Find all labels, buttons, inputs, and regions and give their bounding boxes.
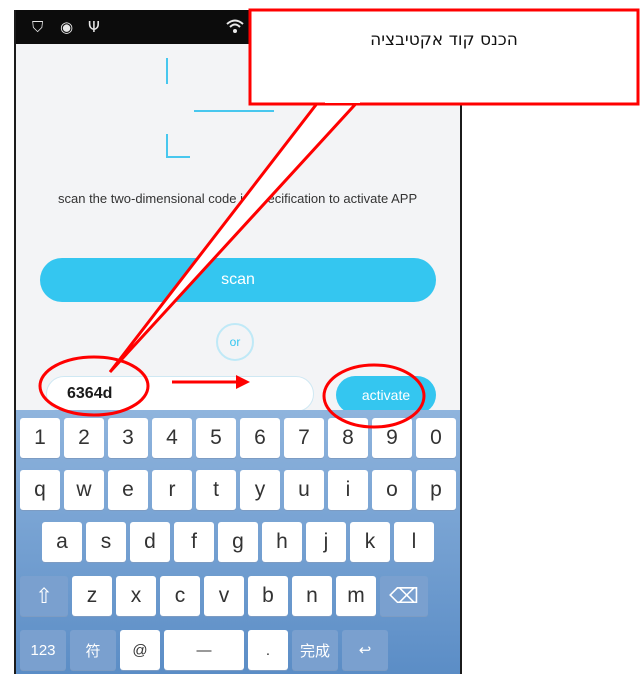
key-1-8[interactable]: o bbox=[372, 470, 412, 510]
key-2-3[interactable]: f bbox=[174, 522, 214, 562]
key-0-7[interactable]: 8 bbox=[328, 418, 368, 458]
key-2-0[interactable]: a bbox=[42, 522, 82, 562]
key-0-2[interactable]: 3 bbox=[108, 418, 148, 458]
key-1-0[interactable]: q bbox=[20, 470, 60, 510]
key-0-4[interactable]: 5 bbox=[196, 418, 236, 458]
key-4-6[interactable]: ↩ bbox=[342, 630, 388, 670]
callout-text: הכנס קוד אקטיבציה bbox=[370, 30, 518, 50]
key-3-2[interactable]: x bbox=[116, 576, 156, 616]
key-0-3[interactable]: 4 bbox=[152, 418, 192, 458]
key-2-7[interactable]: k bbox=[350, 522, 390, 562]
key-0-0[interactable]: 1 bbox=[20, 418, 60, 458]
keyboard-row: asdfghjkl bbox=[16, 522, 460, 578]
key-4-3[interactable]: — bbox=[164, 630, 244, 670]
key-1-1[interactable]: w bbox=[64, 470, 104, 510]
key-0-5[interactable]: 6 bbox=[240, 418, 280, 458]
activation-code-input[interactable]: 6364d bbox=[46, 376, 314, 412]
keyboard-row: 1234567890 bbox=[16, 418, 460, 474]
key-1-9[interactable]: p bbox=[416, 470, 456, 510]
scan-instructions: scan the two-dimensional code in specifi… bbox=[58, 191, 418, 206]
key-4-1[interactable]: 符 bbox=[70, 630, 116, 670]
key-1-2[interactable]: e bbox=[108, 470, 148, 510]
key-4-5[interactable]: 完成 bbox=[292, 630, 338, 670]
key-2-1[interactable]: s bbox=[86, 522, 126, 562]
key-1-7[interactable]: i bbox=[328, 470, 368, 510]
key-0-8[interactable]: 9 bbox=[372, 418, 412, 458]
key-3-0[interactable]: ⇧ bbox=[20, 576, 68, 616]
key-2-4[interactable]: g bbox=[218, 522, 258, 562]
soft-keyboard: 1 2 3 4 5 6 7 8 9 0 q w e r t y u i o p a s d f g h j k l ⇧ z x c v b n m ⌫ 12… bbox=[16, 410, 460, 674]
wifi-icon bbox=[226, 18, 244, 38]
keyboard-row: ⇧ z x c v b n m ⌫ bbox=[16, 576, 460, 632]
usb-icon: Ψ bbox=[88, 18, 100, 36]
phone-screen: ⛉ ◉ Ψ scan the two-dimensional code in s… bbox=[14, 10, 462, 674]
key-4-2[interactable]: @ bbox=[120, 630, 160, 670]
key-2-2[interactable]: d bbox=[130, 522, 170, 562]
key-3-6[interactable]: n bbox=[292, 576, 332, 616]
key-3-8[interactable]: ⌫ bbox=[380, 576, 428, 616]
key-3-4[interactable]: v bbox=[204, 576, 244, 616]
key-4-4[interactable]: . bbox=[248, 630, 288, 670]
key-1-3[interactable]: r bbox=[152, 470, 192, 510]
key-3-5[interactable]: b bbox=[248, 576, 288, 616]
key-3-7[interactable]: m bbox=[336, 576, 376, 616]
activate-button[interactable]: activate bbox=[336, 376, 436, 414]
key-1-4[interactable]: t bbox=[196, 470, 236, 510]
circle-icon: ◉ bbox=[60, 18, 74, 36]
key-2-8[interactable]: l bbox=[394, 522, 434, 562]
keyboard-row: qwertyuiop bbox=[16, 470, 460, 526]
key-3-3[interactable]: c bbox=[160, 576, 200, 616]
shield-icon: ⛉ bbox=[32, 18, 44, 36]
key-1-6[interactable]: u bbox=[284, 470, 324, 510]
key-0-9[interactable]: 0 bbox=[416, 418, 456, 458]
qr-scan-frame bbox=[166, 58, 276, 158]
key-1-5[interactable]: y bbox=[240, 470, 280, 510]
or-divider: or bbox=[216, 323, 254, 361]
key-2-6[interactable]: j bbox=[306, 522, 346, 562]
scan-button[interactable]: scan bbox=[40, 258, 436, 302]
key-3-1[interactable]: z bbox=[72, 576, 112, 616]
key-4-0[interactable]: 123 bbox=[20, 630, 66, 670]
keyboard-row: 123 符 @ —. 完成 ↩ bbox=[16, 630, 460, 674]
key-0-1[interactable]: 2 bbox=[64, 418, 104, 458]
key-0-6[interactable]: 7 bbox=[284, 418, 324, 458]
key-2-5[interactable]: h bbox=[262, 522, 302, 562]
